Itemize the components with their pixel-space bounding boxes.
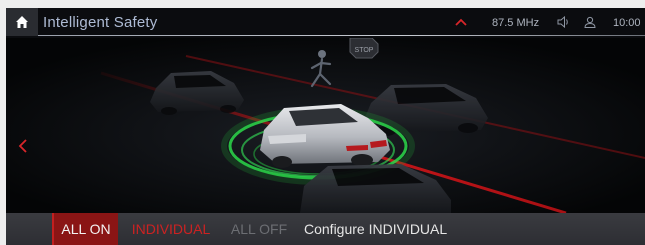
safety-visualization: STOP bbox=[6, 37, 645, 215]
all-on-button[interactable]: ALL ON bbox=[52, 213, 118, 245]
back-arrow-icon[interactable] bbox=[18, 138, 28, 154]
page-title: Intelligent Safety bbox=[43, 14, 158, 31]
home-button[interactable] bbox=[6, 8, 38, 36]
mode-selector: ALL ON INDIVIDUAL ALL OFF Configure INDI… bbox=[6, 213, 645, 245]
stop-sign-icon: STOP bbox=[349, 37, 379, 59]
clock: 10:00 bbox=[613, 17, 641, 29]
all-off-button[interactable]: ALL OFF bbox=[227, 213, 291, 245]
configure-individual-button[interactable]: Configure INDIVIDUAL bbox=[304, 213, 474, 245]
title-divider bbox=[38, 35, 645, 36]
individual-button[interactable]: INDIVIDUAL bbox=[123, 213, 219, 245]
stop-sign-label: STOP bbox=[355, 47, 374, 54]
scene-illustration: STOP bbox=[6, 37, 645, 215]
chevron-up-icon[interactable] bbox=[455, 18, 467, 26]
radio-frequency[interactable]: 87.5 MHz bbox=[492, 17, 539, 29]
speaker-icon[interactable] bbox=[557, 16, 569, 28]
status-bar: Intelligent Safety 87.5 MHz 10:00 bbox=[6, 8, 645, 38]
user-icon[interactable] bbox=[584, 16, 596, 28]
home-icon bbox=[16, 16, 28, 28]
infotainment-screen: Intelligent Safety 87.5 MHz 10:00 STOP A… bbox=[6, 8, 645, 245]
